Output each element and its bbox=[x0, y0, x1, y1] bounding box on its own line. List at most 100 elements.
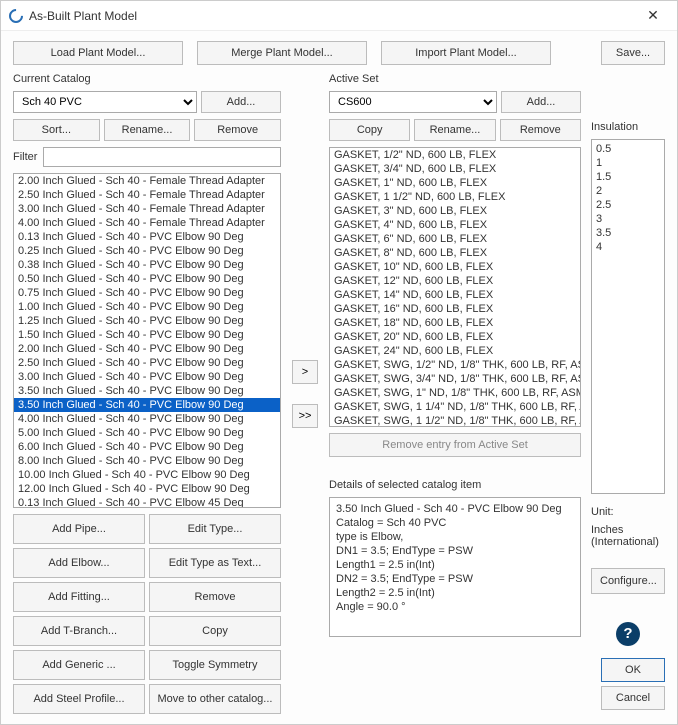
list-item[interactable]: GASKET, 14" ND, 600 LB, FLEX bbox=[330, 288, 580, 302]
load-model-button[interactable]: Load Plant Model... bbox=[13, 41, 183, 65]
list-item[interactable]: 2.5 bbox=[596, 198, 660, 212]
list-item[interactable]: 4.00 Inch Glued - Sch 40 - Female Thread… bbox=[14, 216, 280, 230]
copy-item-button[interactable]: Copy bbox=[149, 616, 281, 646]
add-generic-button[interactable]: Add Generic ... bbox=[13, 650, 145, 680]
active-add-button[interactable]: Add... bbox=[501, 91, 581, 113]
list-item[interactable]: 4 bbox=[596, 240, 660, 254]
list-item[interactable]: 3.00 Inch Glued - Sch 40 - PVC Elbow 90 … bbox=[14, 370, 280, 384]
edit-type-text-button[interactable]: Edit Type as Text... bbox=[149, 548, 281, 578]
add-fitting-button[interactable]: Add Fitting... bbox=[13, 582, 145, 612]
active-remove-button[interactable]: Remove bbox=[500, 119, 581, 141]
list-item[interactable]: GASKET, 16" ND, 600 LB, FLEX bbox=[330, 302, 580, 316]
list-item[interactable]: GASKET, 4" ND, 600 LB, FLEX bbox=[330, 218, 580, 232]
active-set-listbox[interactable]: GASKET, 1/2" ND, 600 LB, FLEXGASKET, 3/4… bbox=[329, 147, 581, 427]
ok-button[interactable]: OK bbox=[601, 658, 665, 682]
list-item[interactable]: 5.00 Inch Glued - Sch 40 - PVC Elbow 90 … bbox=[14, 426, 280, 440]
list-item[interactable]: GASKET, 20" ND, 600 LB, FLEX bbox=[330, 330, 580, 344]
catalog-add-button[interactable]: Add... bbox=[201, 91, 281, 113]
list-item[interactable]: 0.38 Inch Glued - Sch 40 - PVC Elbow 90 … bbox=[14, 258, 280, 272]
list-item[interactable]: 2.50 Inch Glued - Sch 40 - PVC Elbow 90 … bbox=[14, 356, 280, 370]
list-item[interactable]: 3 bbox=[596, 212, 660, 226]
cancel-button[interactable]: Cancel bbox=[601, 686, 665, 710]
move-right-button[interactable]: > bbox=[292, 360, 318, 384]
window-title: As-Built Plant Model bbox=[29, 9, 637, 23]
insulation-listbox[interactable]: 0.511.522.533.54 bbox=[591, 139, 665, 494]
catalog-sort-button[interactable]: Sort... bbox=[13, 119, 100, 141]
import-model-button[interactable]: Import Plant Model... bbox=[381, 41, 551, 65]
list-item[interactable]: 2.00 Inch Glued - Sch 40 - Female Thread… bbox=[14, 174, 280, 188]
move-catalog-button[interactable]: Move to other catalog... bbox=[149, 684, 281, 714]
add-elbow-button[interactable]: Add Elbow... bbox=[13, 548, 145, 578]
list-item[interactable]: 1.5 bbox=[596, 170, 660, 184]
list-item[interactable]: GASKET, 3/4" ND, 600 LB, FLEX bbox=[330, 162, 580, 176]
list-item[interactable]: 0.50 Inch Glued - Sch 40 - PVC Elbow 90 … bbox=[14, 272, 280, 286]
list-item[interactable]: GASKET, 10" ND, 600 LB, FLEX bbox=[330, 260, 580, 274]
app-icon bbox=[6, 6, 26, 26]
toggle-symmetry-button[interactable]: Toggle Symmetry bbox=[149, 650, 281, 680]
catalog-action-grid: Add Pipe... Edit Type... Add Elbow... Ed… bbox=[13, 514, 281, 714]
list-item[interactable]: 0.13 Inch Glued - Sch 40 - PVC Elbow 45 … bbox=[14, 496, 280, 508]
list-item[interactable]: GASKET, 6" ND, 600 LB, FLEX bbox=[330, 232, 580, 246]
help-icon[interactable]: ? bbox=[616, 622, 640, 646]
list-item[interactable]: GASKET, 18" ND, 600 LB, FLEX bbox=[330, 316, 580, 330]
remove-item-button[interactable]: Remove bbox=[149, 582, 281, 612]
list-item[interactable]: 0.5 bbox=[596, 142, 660, 156]
list-item[interactable]: 2.00 Inch Glued - Sch 40 - PVC Elbow 90 … bbox=[14, 342, 280, 356]
add-tbranch-button[interactable]: Add T-Branch... bbox=[13, 616, 145, 646]
list-item[interactable]: GASKET, 1" ND, 600 LB, FLEX bbox=[330, 176, 580, 190]
list-item[interactable]: 0.25 Inch Glued - Sch 40 - PVC Elbow 90 … bbox=[14, 244, 280, 258]
close-icon[interactable]: ✕ bbox=[637, 7, 669, 24]
list-item[interactable]: 2.50 Inch Glued - Sch 40 - Female Thread… bbox=[14, 188, 280, 202]
list-item[interactable]: 1 bbox=[596, 156, 660, 170]
add-pipe-button[interactable]: Add Pipe... bbox=[13, 514, 145, 544]
list-item[interactable]: GASKET, SWG, 3/4" ND, 1/8" THK, 600 LB, … bbox=[330, 372, 580, 386]
edit-type-button[interactable]: Edit Type... bbox=[149, 514, 281, 544]
list-item[interactable]: GASKET, 12" ND, 600 LB, FLEX bbox=[330, 274, 580, 288]
active-rename-button[interactable]: Rename... bbox=[414, 119, 495, 141]
merge-model-button[interactable]: Merge Plant Model... bbox=[197, 41, 367, 65]
list-item[interactable]: 0.13 Inch Glued - Sch 40 - PVC Elbow 90 … bbox=[14, 230, 280, 244]
list-item[interactable]: 3.5 bbox=[596, 226, 660, 240]
list-item[interactable]: 10.00 Inch Glued - Sch 40 - PVC Elbow 90… bbox=[14, 468, 280, 482]
list-item[interactable]: 12.00 Inch Glued - Sch 40 - PVC Elbow 90… bbox=[14, 482, 280, 496]
list-item[interactable]: GASKET, 1 1/2" ND, 600 LB, FLEX bbox=[330, 190, 580, 204]
list-item[interactable]: GASKET, 1/2" ND, 600 LB, FLEX bbox=[330, 148, 580, 162]
catalog-select[interactable]: Sch 40 PVC bbox=[13, 91, 197, 113]
list-item[interactable]: GASKET, SWG, 1 1/4" ND, 1/8" THK, 600 LB… bbox=[330, 400, 580, 414]
configure-button[interactable]: Configure... bbox=[591, 568, 665, 594]
remove-entry-button[interactable]: Remove entry from Active Set bbox=[329, 433, 581, 457]
add-steel-button[interactable]: Add Steel Profile... bbox=[13, 684, 145, 714]
details-textbox[interactable]: 3.50 Inch Glued - Sch 40 - PVC Elbow 90 … bbox=[329, 497, 581, 637]
list-item[interactable]: 0.75 Inch Glued - Sch 40 - PVC Elbow 90 … bbox=[14, 286, 280, 300]
list-item[interactable]: GASKET, 24" ND, 600 LB, FLEX bbox=[330, 344, 580, 358]
catalog-panel: Current Catalog Sch 40 PVC Add... Sort..… bbox=[13, 73, 281, 714]
list-item[interactable]: 1.25 Inch Glued - Sch 40 - PVC Elbow 90 … bbox=[14, 314, 280, 328]
move-all-right-button[interactable]: >> bbox=[292, 404, 318, 428]
dialog-window: As-Built Plant Model ✕ Load Plant Model.… bbox=[0, 0, 678, 725]
catalog-remove-button[interactable]: Remove bbox=[194, 119, 281, 141]
list-item[interactable]: 1.50 Inch Glued - Sch 40 - PVC Elbow 90 … bbox=[14, 328, 280, 342]
list-item[interactable]: 8.00 Inch Glued - Sch 40 - PVC Elbow 90 … bbox=[14, 454, 280, 468]
list-item[interactable]: 1.00 Inch Glued - Sch 40 - PVC Elbow 90 … bbox=[14, 300, 280, 314]
active-copy-button[interactable]: Copy bbox=[329, 119, 410, 141]
list-item[interactable]: 3.50 Inch Glued - Sch 40 - PVC Elbow 90 … bbox=[14, 398, 280, 412]
list-item[interactable]: 6.00 Inch Glued - Sch 40 - PVC Elbow 90 … bbox=[14, 440, 280, 454]
list-item[interactable]: GASKET, SWG, 1/2" ND, 1/8" THK, 600 LB, … bbox=[330, 358, 580, 372]
list-item[interactable]: 4.00 Inch Glued - Sch 40 - PVC Elbow 90 … bbox=[14, 412, 280, 426]
transfer-buttons: > >> bbox=[291, 73, 319, 714]
list-item[interactable]: 3.50 Inch Glued - Sch 40 - PVC Elbow 90 … bbox=[14, 384, 280, 398]
list-item[interactable]: GASKET, 8" ND, 600 LB, FLEX bbox=[330, 246, 580, 260]
titlebar: As-Built Plant Model ✕ bbox=[1, 1, 677, 31]
active-set-select[interactable]: CS600 bbox=[329, 91, 497, 113]
filter-label: Filter bbox=[13, 151, 37, 163]
catalog-listbox[interactable]: 2.00 Inch Glued - Sch 40 - Female Thread… bbox=[13, 173, 281, 508]
list-item[interactable]: GASKET, SWG, 1" ND, 1/8" THK, 600 LB, RF… bbox=[330, 386, 580, 400]
list-item[interactable]: GASKET, 3" ND, 600 LB, FLEX bbox=[330, 204, 580, 218]
list-item[interactable]: 3.00 Inch Glued - Sch 40 - Female Thread… bbox=[14, 202, 280, 216]
catalog-rename-button[interactable]: Rename... bbox=[104, 119, 191, 141]
list-item[interactable]: 2 bbox=[596, 184, 660, 198]
details-label: Details of selected catalog item bbox=[329, 479, 581, 491]
filter-input[interactable] bbox=[43, 147, 281, 167]
list-item[interactable]: GASKET, SWG, 1 1/2" ND, 1/8" THK, 600 LB… bbox=[330, 414, 580, 427]
save-button[interactable]: Save... bbox=[601, 41, 665, 65]
